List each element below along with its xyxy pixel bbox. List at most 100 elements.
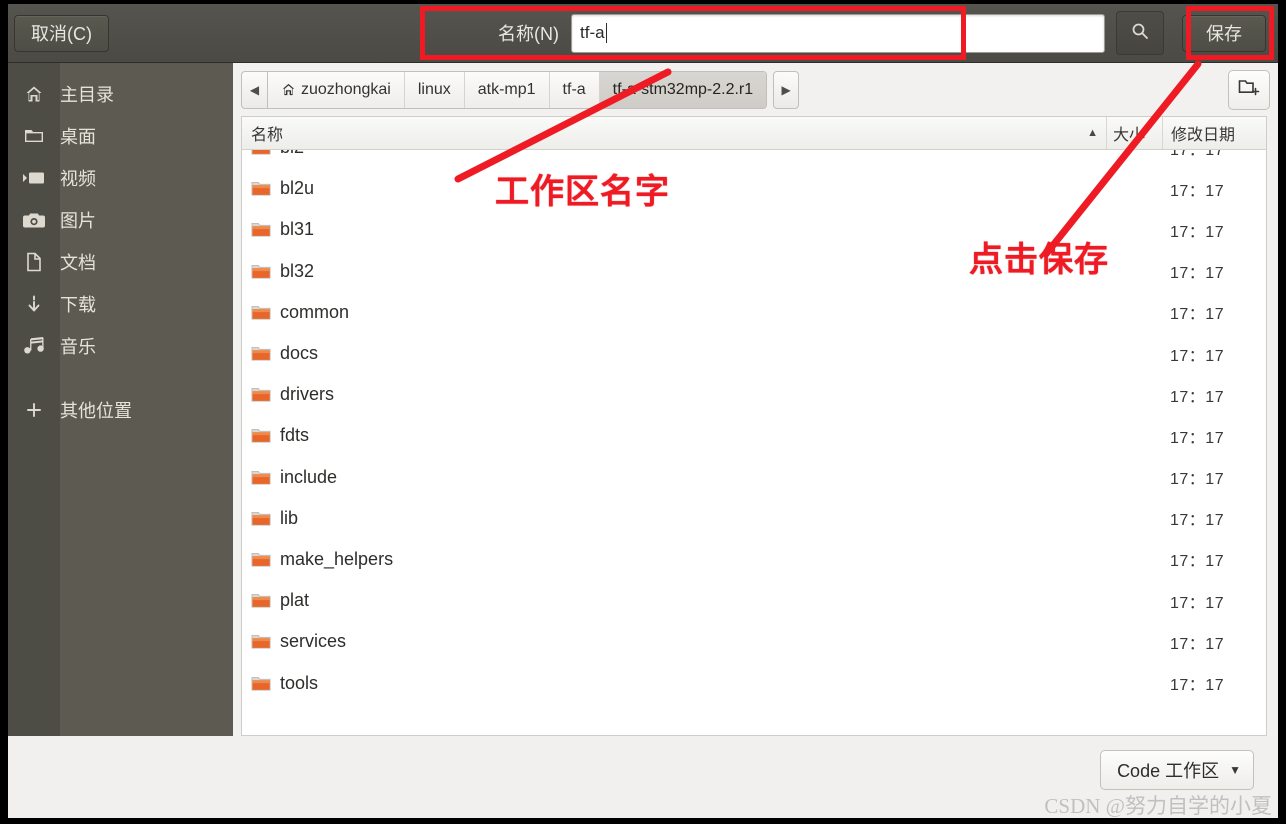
file-date-cell: 17：17: [1170, 594, 1225, 612]
file-date-cell: 17：17: [1170, 635, 1225, 653]
file-date-cell: 17：17: [1170, 512, 1225, 530]
file-row[interactable]: include 17：17: [242, 457, 1266, 498]
breadcrumb-item-label: zuozhongkai: [301, 80, 391, 98]
breadcrumb: zuozhongkai linux atk-mp1 tf-a tf-a-stm3…: [267, 70, 768, 109]
breadcrumb-item-zuozhongkai[interactable]: zuozhongkai: [268, 71, 405, 108]
file-name-cell: include: [242, 467, 1106, 488]
column-header-name-label: 名称: [251, 127, 284, 144]
music-icon: [8, 337, 60, 355]
sidebar-item-music[interactable]: 音乐: [8, 325, 233, 367]
cancel-button-label: 取消(C): [31, 24, 92, 44]
path-back-button[interactable]: ◀: [241, 70, 267, 109]
sidebar-item-label: 图片: [60, 211, 96, 231]
file-row[interactable]: common 17：17: [242, 292, 1266, 333]
file-list-body: bl217：17bl2u17：17bl3117：17bl3217：17commo…: [242, 150, 1266, 735]
file-date-cell: 17：17: [1170, 553, 1225, 571]
home-icon: [8, 84, 60, 104]
file-list[interactable]: 名称 ▲ 大小 修改日期 bl217：17bl2u17：17bl3117：17b…: [241, 116, 1267, 736]
folder-icon: [251, 469, 271, 486]
file-date-cell: 17：17: [1170, 677, 1225, 695]
file-row[interactable]: bl32 17：17: [242, 251, 1266, 292]
search-icon: [1130, 21, 1150, 46]
file-name-label: make_helpers: [280, 548, 394, 569]
file-date-cell: 17：17: [1170, 306, 1225, 324]
column-header-name[interactable]: 名称 ▲: [242, 121, 1106, 145]
sidebar-item-other-locations[interactable]: 其他位置: [8, 389, 233, 431]
file-name-label: tools: [280, 672, 319, 693]
file-name-cell: plat: [242, 590, 1106, 611]
sidebar-item-pictures[interactable]: 图片: [8, 199, 233, 241]
column-header-date[interactable]: 修改日期: [1162, 117, 1266, 149]
workspace-filter-dropdown[interactable]: Code 工作区 ▼: [1100, 750, 1254, 790]
file-row[interactable]: fdts 17：17: [242, 415, 1266, 456]
file-row[interactable]: bl31 17：17: [242, 209, 1266, 250]
file-list-header: 名称 ▲ 大小 修改日期: [242, 117, 1266, 150]
file-row[interactable]: bl2u 17：17: [242, 168, 1266, 209]
file-row[interactable]: docs 17：17: [242, 333, 1266, 374]
folder-icon: [251, 304, 271, 321]
breadcrumb-item-atk-mp1[interactable]: atk-mp1: [465, 71, 550, 108]
name-input[interactable]: tf-a: [571, 13, 1105, 53]
column-header-date-label: 修改日期: [1171, 127, 1236, 144]
folder-icon: [251, 345, 271, 362]
folder-icon: [251, 263, 271, 280]
folder-icon: [251, 427, 271, 444]
file-name-label: lib: [280, 507, 299, 528]
name-input-value: tf-a: [580, 23, 605, 42]
chevron-left-icon: ◀: [249, 82, 260, 97]
file-date-cell: 17：17: [1170, 265, 1225, 283]
folder-icon: [251, 633, 271, 650]
column-header-size[interactable]: 大小: [1106, 117, 1162, 149]
file-row[interactable]: make_helpers 17：17: [242, 539, 1266, 580]
cancel-button[interactable]: 取消(C): [14, 14, 109, 52]
plus-icon: [8, 401, 60, 419]
breadcrumb-item-linux[interactable]: linux: [405, 71, 465, 108]
path-bar: ◀ zuozhongkai linux atk-mp1 tf-a tf-a-st…: [233, 63, 1278, 116]
sidebar-item-label: 下载: [60, 295, 96, 315]
search-button[interactable]: [1116, 11, 1164, 55]
file-name-label: bl2: [280, 150, 304, 158]
chevron-down-icon: ▼: [1229, 763, 1241, 777]
sidebar-item-downloads[interactable]: 下载: [8, 283, 233, 325]
sidebar-item-home[interactable]: 主目录: [8, 73, 233, 115]
file-row[interactable]: tools 17：17: [242, 662, 1266, 703]
file-name-label: docs: [280, 343, 319, 364]
document-icon: [8, 252, 60, 272]
breadcrumb-item-label: linux: [417, 80, 451, 98]
places-sidebar: 主目录 桌面 视频 图片 文档 下载 音乐 其他位置: [8, 63, 233, 746]
file-name-cell: services: [242, 631, 1106, 652]
file-name-cell: drivers: [242, 384, 1106, 405]
file-name-cell: lib: [242, 508, 1106, 529]
sidebar-item-label: 主目录: [60, 85, 114, 105]
file-row[interactable]: bl2 17：17: [242, 150, 1266, 168]
breadcrumb-item-current[interactable]: tf-a-stm32mp-2.2.r1: [599, 71, 767, 108]
folder-icon: [251, 551, 271, 568]
file-date-cell: 17：17: [1170, 150, 1225, 159]
file-row[interactable]: plat 17：17: [242, 580, 1266, 621]
file-name-label: bl32: [280, 260, 315, 281]
new-folder-icon: [1238, 77, 1260, 102]
file-name-cell: tools: [242, 673, 1106, 694]
window-frame: 取消(C) 名称(N) tf-a 保存 主目录 桌面 视频 图片 文档 下载 音…: [0, 0, 1286, 824]
file-row[interactable]: lib 17：17: [242, 498, 1266, 539]
name-input-wrapper: tf-a: [571, 13, 1105, 53]
folder-icon: [251, 510, 271, 527]
breadcrumb-item-tf-a[interactable]: tf-a: [550, 71, 600, 108]
file-date-cell: 17：17: [1170, 471, 1225, 489]
save-button-label: 保存: [1206, 24, 1242, 44]
sidebar-item-videos[interactable]: 视频: [8, 157, 233, 199]
camera-icon: [8, 212, 60, 229]
path-forward-button[interactable]: ▶: [773, 70, 800, 109]
save-button[interactable]: 保存: [1182, 14, 1266, 52]
file-row[interactable]: services 17：17: [242, 621, 1266, 662]
new-folder-button[interactable]: [1228, 69, 1270, 110]
file-row[interactable]: drivers 17：17: [242, 374, 1266, 415]
sidebar-item-documents[interactable]: 文档: [8, 241, 233, 283]
file-save-dialog: 取消(C) 名称(N) tf-a 保存 主目录 桌面 视频 图片 文档 下载 音…: [8, 4, 1278, 818]
annotation-label-click-save: 点击保存: [969, 241, 1109, 279]
name-field-label: 名称(N): [498, 24, 559, 44]
sidebar-item-desktop[interactable]: 桌面: [8, 115, 233, 157]
download-icon: [8, 294, 60, 314]
sidebar-item-label: 其他位置: [60, 401, 132, 421]
annotation-label-workspace-name: 工作区名字: [495, 173, 670, 211]
